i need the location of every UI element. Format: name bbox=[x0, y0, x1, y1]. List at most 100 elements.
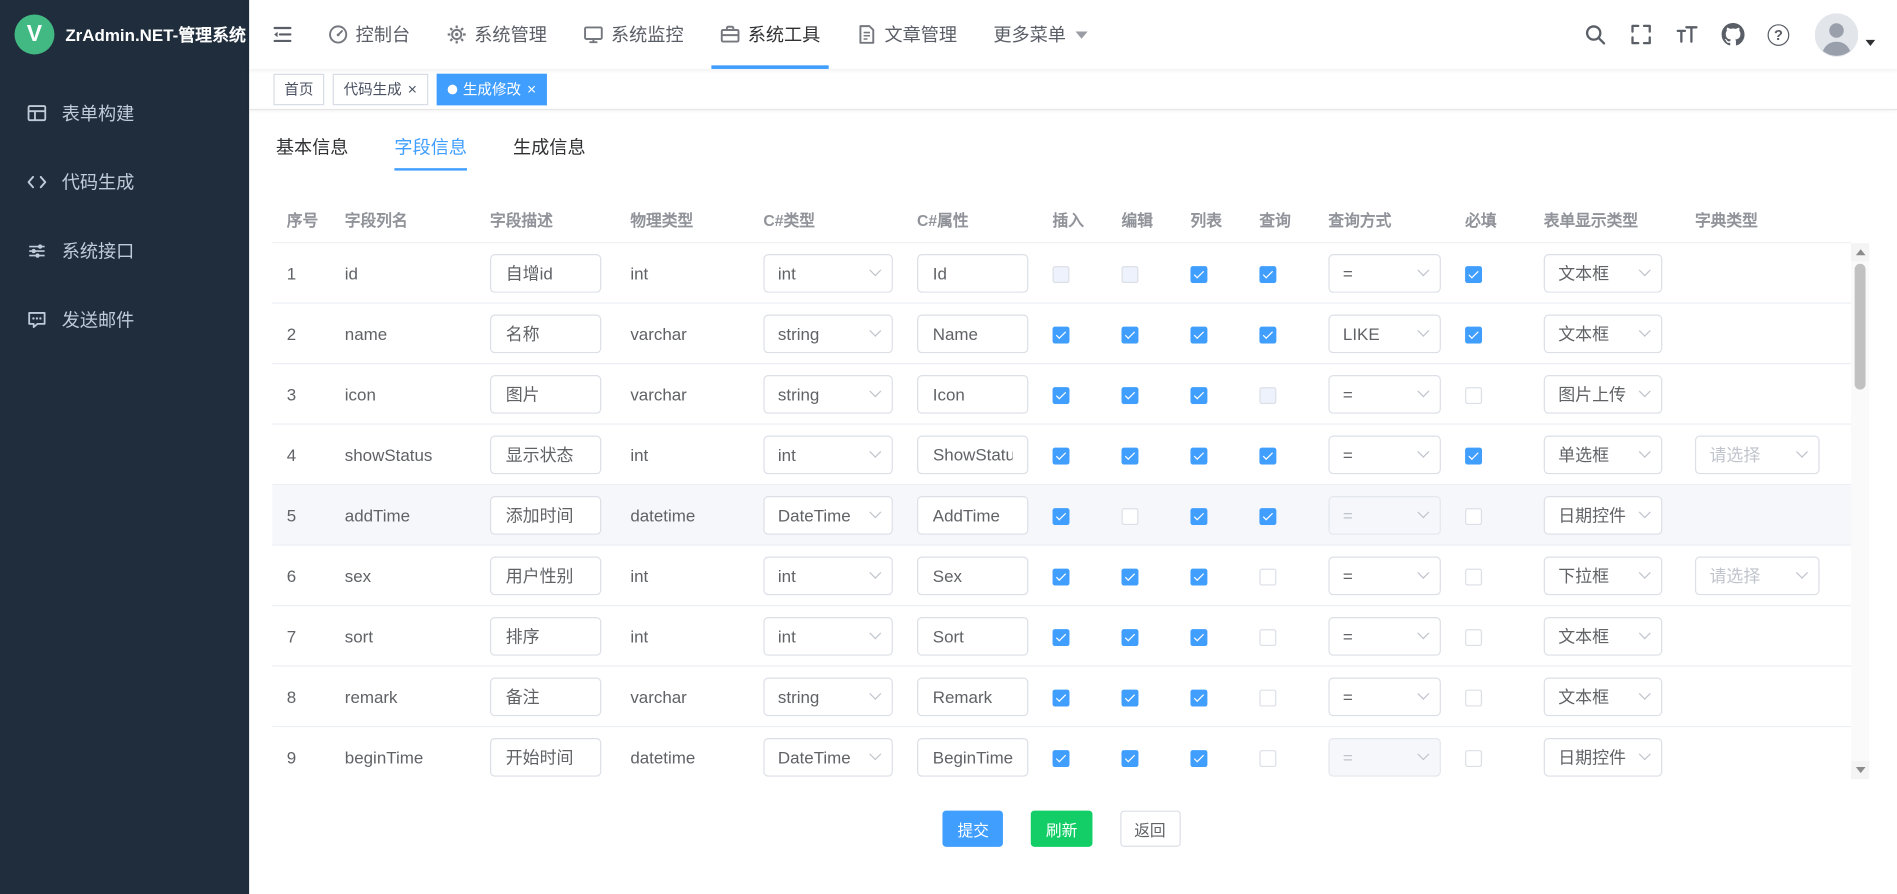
content-tab[interactable]: 基本信息 bbox=[276, 134, 349, 170]
user-avatar-menu[interactable] bbox=[1815, 13, 1875, 57]
csharp-type-select[interactable]: int bbox=[763, 253, 892, 292]
view-tag[interactable]: 代码生成 × bbox=[333, 73, 428, 104]
display-type-select[interactable]: 文本框 bbox=[1544, 314, 1663, 353]
github-icon[interactable] bbox=[1722, 23, 1745, 46]
view-tag[interactable]: 生成修改 × bbox=[436, 73, 547, 104]
dict-type-select[interactable]: 请选择 bbox=[1695, 435, 1820, 474]
query-checkbox[interactable] bbox=[1259, 750, 1276, 767]
query-checkbox[interactable] bbox=[1259, 387, 1276, 404]
csharp-type-select[interactable]: int bbox=[763, 556, 892, 595]
nav-item[interactable]: 控制台 bbox=[310, 0, 429, 69]
list-checkbox[interactable] bbox=[1190, 508, 1207, 525]
sidebar-item[interactable]: 系统接口 bbox=[0, 217, 249, 286]
edit-checkbox[interactable] bbox=[1122, 750, 1139, 767]
field-description-input[interactable] bbox=[490, 556, 601, 595]
nav-item[interactable]: 系统监控 bbox=[565, 0, 702, 69]
display-type-select[interactable]: 文本框 bbox=[1544, 253, 1663, 292]
scroll-up-button[interactable] bbox=[1851, 243, 1869, 261]
help-icon[interactable]: ? bbox=[1768, 24, 1790, 46]
edit-checkbox[interactable] bbox=[1122, 568, 1139, 585]
csharp-type-select[interactable]: DateTime bbox=[763, 737, 892, 776]
fullscreen-icon[interactable] bbox=[1630, 23, 1653, 46]
required-checkbox[interactable] bbox=[1465, 568, 1482, 585]
list-checkbox[interactable] bbox=[1190, 629, 1207, 646]
field-description-input[interactable] bbox=[490, 616, 601, 655]
required-checkbox[interactable] bbox=[1465, 266, 1482, 283]
query-checkbox[interactable] bbox=[1259, 447, 1276, 464]
csharp-property-input[interactable] bbox=[917, 435, 1028, 474]
insert-checkbox[interactable] bbox=[1053, 326, 1070, 343]
edit-checkbox[interactable] bbox=[1122, 629, 1139, 646]
display-type-select[interactable]: 日期控件 bbox=[1544, 495, 1663, 534]
sidebar-item[interactable]: 代码生成 bbox=[0, 148, 249, 217]
field-description-input[interactable] bbox=[490, 737, 601, 776]
insert-checkbox[interactable] bbox=[1053, 508, 1070, 525]
sidebar-item[interactable]: 表单构建 bbox=[0, 79, 249, 148]
csharp-property-input[interactable] bbox=[917, 616, 1028, 655]
query-mode-select[interactable]: = bbox=[1328, 495, 1441, 534]
display-type-select[interactable]: 图片上传 bbox=[1544, 374, 1663, 413]
scroll-down-button[interactable] bbox=[1851, 761, 1869, 779]
list-checkbox[interactable] bbox=[1190, 447, 1207, 464]
table-scrollbar[interactable] bbox=[1851, 243, 1869, 779]
display-type-select[interactable]: 日期控件 bbox=[1544, 737, 1663, 776]
hamburger-button[interactable] bbox=[249, 0, 309, 69]
query-checkbox[interactable] bbox=[1259, 689, 1276, 706]
font-size-icon[interactable] bbox=[1676, 23, 1699, 46]
list-checkbox[interactable] bbox=[1190, 750, 1207, 767]
csharp-type-select[interactable]: DateTime bbox=[763, 495, 892, 534]
nav-item[interactable]: 系统工具 bbox=[702, 0, 839, 69]
csharp-type-select[interactable]: int bbox=[763, 616, 892, 655]
query-checkbox[interactable] bbox=[1259, 568, 1276, 585]
display-type-select[interactable]: 下拉框 bbox=[1544, 556, 1663, 595]
query-checkbox[interactable] bbox=[1259, 266, 1276, 283]
csharp-property-input[interactable] bbox=[917, 677, 1028, 716]
refresh-button[interactable]: 刷新 bbox=[1031, 811, 1092, 847]
query-mode-select[interactable]: = bbox=[1328, 737, 1441, 776]
required-checkbox[interactable] bbox=[1465, 326, 1482, 343]
insert-checkbox[interactable] bbox=[1053, 750, 1070, 767]
csharp-type-select[interactable]: string bbox=[763, 374, 892, 413]
field-description-input[interactable] bbox=[490, 374, 601, 413]
view-tag[interactable]: 首页 bbox=[273, 73, 324, 104]
edit-checkbox[interactable] bbox=[1122, 326, 1139, 343]
csharp-property-input[interactable] bbox=[917, 737, 1028, 776]
insert-checkbox[interactable] bbox=[1053, 629, 1070, 646]
query-checkbox[interactable] bbox=[1259, 508, 1276, 525]
query-mode-select[interactable]: = bbox=[1328, 677, 1441, 716]
query-checkbox[interactable] bbox=[1259, 326, 1276, 343]
query-mode-select[interactable]: = bbox=[1328, 556, 1441, 595]
list-checkbox[interactable] bbox=[1190, 266, 1207, 283]
required-checkbox[interactable] bbox=[1465, 629, 1482, 646]
list-checkbox[interactable] bbox=[1190, 689, 1207, 706]
list-checkbox[interactable] bbox=[1190, 326, 1207, 343]
submit-button[interactable]: 提交 bbox=[943, 811, 1004, 847]
display-type-select[interactable]: 文本框 bbox=[1544, 616, 1663, 655]
required-checkbox[interactable] bbox=[1465, 387, 1482, 404]
query-mode-select[interactable]: = bbox=[1328, 435, 1441, 474]
edit-checkbox[interactable] bbox=[1122, 689, 1139, 706]
close-icon[interactable]: × bbox=[527, 81, 536, 97]
query-mode-select[interactable]: = bbox=[1328, 616, 1441, 655]
csharp-property-input[interactable] bbox=[917, 495, 1028, 534]
insert-checkbox[interactable] bbox=[1053, 447, 1070, 464]
display-type-select[interactable]: 单选框 bbox=[1544, 435, 1663, 474]
list-checkbox[interactable] bbox=[1190, 387, 1207, 404]
csharp-property-input[interactable] bbox=[917, 374, 1028, 413]
display-type-select[interactable]: 文本框 bbox=[1544, 677, 1663, 716]
close-icon[interactable]: × bbox=[408, 81, 417, 97]
search-icon[interactable] bbox=[1584, 23, 1607, 46]
edit-checkbox[interactable] bbox=[1122, 387, 1139, 404]
edit-checkbox[interactable] bbox=[1122, 447, 1139, 464]
nav-item[interactable]: 更多菜单 bbox=[975, 0, 1106, 69]
csharp-type-select[interactable]: string bbox=[763, 677, 892, 716]
edit-checkbox[interactable] bbox=[1122, 508, 1139, 525]
required-checkbox[interactable] bbox=[1465, 508, 1482, 525]
sidebar-item[interactable]: 发送邮件 bbox=[0, 286, 249, 355]
csharp-type-select[interactable]: int bbox=[763, 435, 892, 474]
list-checkbox[interactable] bbox=[1190, 568, 1207, 585]
required-checkbox[interactable] bbox=[1465, 689, 1482, 706]
insert-checkbox[interactable] bbox=[1053, 387, 1070, 404]
insert-checkbox[interactable] bbox=[1053, 568, 1070, 585]
dict-type-select[interactable]: 请选择 bbox=[1695, 556, 1820, 595]
